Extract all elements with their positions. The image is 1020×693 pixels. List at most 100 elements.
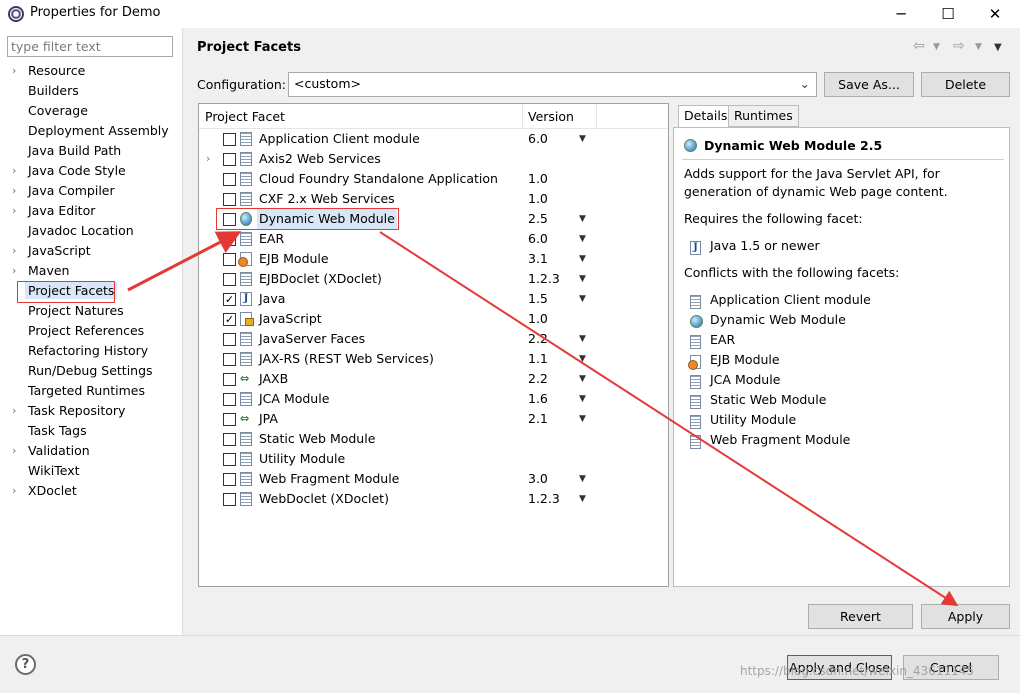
maximize-button[interactable]: ☐ (925, 0, 971, 28)
delete-button[interactable]: Delete (921, 72, 1010, 97)
table-row[interactable]: EJBDoclet (XDoclet) 1.2.3 ▼ (199, 269, 668, 289)
sidebar-item-task-repository[interactable]: › Task Repository (0, 401, 183, 421)
chevron-right-icon[interactable]: › (12, 241, 16, 261)
facet-checkbox[interactable] (223, 473, 236, 486)
facet-checkbox[interactable] (223, 233, 236, 246)
chevron-right-icon[interactable]: › (12, 261, 16, 281)
chevron-right-icon[interactable]: › (206, 149, 210, 169)
facet-checkbox[interactable] (223, 433, 236, 446)
sidebar-item-refactoring-history[interactable]: Refactoring History (0, 341, 183, 361)
sidebar-item-java-code-style[interactable]: › Java Code Style (0, 161, 183, 181)
configuration-select[interactable]: <custom> ⌄ (288, 72, 817, 97)
table-row[interactable]: EAR 6.0 ▼ (199, 229, 668, 249)
sidebar-item-deployment-assembly[interactable]: Deployment Assembly (0, 121, 183, 141)
tab-runtimes[interactable]: Runtimes (728, 105, 799, 127)
chevron-right-icon[interactable]: › (12, 401, 16, 421)
chevron-right-icon[interactable]: › (12, 61, 16, 81)
facet-checkbox[interactable] (223, 413, 236, 426)
table-row[interactable]: ✓ JavaScript 1.0 (199, 309, 668, 329)
table-row[interactable]: Application Client module 6.0 ▼ (199, 129, 668, 149)
sidebar-item-java-compiler[interactable]: › Java Compiler (0, 181, 183, 201)
table-row[interactable]: ⇔ JAXB 2.2 ▼ (199, 369, 668, 389)
facet-version: 2.5 (528, 211, 548, 226)
column-header-facet[interactable]: Project Facet (205, 109, 285, 124)
sidebar-item-coverage[interactable]: Coverage (0, 101, 183, 121)
sidebar-item-wikitext[interactable]: WikiText (0, 461, 183, 481)
sidebar-item-resource[interactable]: › Resource (0, 61, 183, 81)
table-row[interactable]: Web Fragment Module 3.0 ▼ (199, 469, 668, 489)
view-menu-icon[interactable]: ▼ (994, 42, 1002, 53)
sidebar-item-java-editor[interactable]: › Java Editor (0, 201, 183, 221)
filter-input[interactable] (7, 36, 173, 57)
version-dropdown-icon[interactable]: ▼ (579, 129, 586, 149)
version-dropdown-icon[interactable]: ▼ (579, 329, 586, 349)
close-button[interactable]: ✕ (972, 0, 1018, 28)
facet-checkbox[interactable]: ✓ (223, 313, 236, 326)
version-dropdown-icon[interactable]: ▼ (579, 389, 586, 409)
forward-arrow-icon[interactable]: ⇨ (953, 38, 965, 54)
version-dropdown-icon[interactable]: ▼ (579, 289, 586, 309)
sidebar-item-project-natures[interactable]: Project Natures (0, 301, 183, 321)
table-row[interactable]: JavaServer Faces 2.2 ▼ (199, 329, 668, 349)
table-row[interactable]: WebDoclet (XDoclet) 1.2.3 ▼ (199, 489, 668, 509)
version-dropdown-icon[interactable]: ▼ (579, 409, 586, 429)
version-dropdown-icon[interactable]: ▼ (579, 369, 586, 389)
sidebar-item-builders[interactable]: Builders (0, 81, 183, 101)
version-dropdown-icon[interactable]: ▼ (579, 209, 586, 229)
facet-checkbox[interactable] (223, 273, 236, 286)
facet-checkbox[interactable] (223, 493, 236, 506)
table-row[interactable]: ✓ J Java 1.5 ▼ (199, 289, 668, 309)
facet-checkbox[interactable] (223, 133, 236, 146)
facet-checkbox[interactable] (223, 153, 236, 166)
column-header-version[interactable]: Version (528, 109, 574, 124)
facet-checkbox[interactable] (223, 393, 236, 406)
sidebar-item-javascript[interactable]: › JavaScript (0, 241, 183, 261)
table-row[interactable]: › Axis2 Web Services (199, 149, 668, 169)
facet-checkbox[interactable] (223, 333, 236, 346)
version-dropdown-icon[interactable]: ▼ (579, 489, 586, 509)
version-dropdown-icon[interactable]: ▼ (579, 229, 586, 249)
forward-dropdown-icon[interactable]: ▼ (975, 42, 982, 52)
back-dropdown-icon[interactable]: ▼ (933, 42, 940, 52)
minimize-button[interactable]: ─ (878, 0, 924, 28)
revert-button[interactable]: Revert (808, 604, 913, 629)
version-dropdown-icon[interactable]: ▼ (579, 249, 586, 269)
chevron-right-icon[interactable]: › (12, 481, 16, 501)
table-row[interactable]: Cloud Foundry Standalone Application 1.0 (199, 169, 668, 189)
facet-checkbox[interactable] (223, 453, 236, 466)
sidebar-item-maven[interactable]: › Maven (0, 261, 183, 281)
facet-checkbox[interactable] (223, 353, 236, 366)
sidebar-item-xdoclet[interactable]: › XDoclet (0, 481, 183, 501)
facet-checkbox[interactable] (223, 253, 236, 266)
table-row[interactable]: ⇔ JPA 2.1 ▼ (199, 409, 668, 429)
chevron-right-icon[interactable]: › (12, 441, 16, 461)
sidebar-item-validation[interactable]: › Validation (0, 441, 183, 461)
table-row[interactable]: Utility Module (199, 449, 668, 469)
sidebar-item-targeted-runtimes[interactable]: Targeted Runtimes (0, 381, 183, 401)
chevron-right-icon[interactable]: › (12, 201, 16, 221)
help-icon[interactable]: ? (15, 654, 36, 675)
chevron-right-icon[interactable]: › (12, 181, 16, 201)
table-row[interactable]: JCA Module 1.6 ▼ (199, 389, 668, 409)
back-arrow-icon[interactable]: ⇦ (913, 38, 925, 54)
sidebar-item-run-debug-settings[interactable]: Run/Debug Settings (0, 361, 183, 381)
chevron-right-icon[interactable]: › (12, 161, 16, 181)
sidebar-item-project-references[interactable]: Project References (0, 321, 183, 341)
table-row[interactable]: EJB Module 3.1 ▼ (199, 249, 668, 269)
sidebar-item-task-tags[interactable]: Task Tags (0, 421, 183, 441)
table-row[interactable]: Static Web Module (199, 429, 668, 449)
apply-button[interactable]: Apply (921, 604, 1010, 629)
version-dropdown-icon[interactable]: ▼ (579, 269, 586, 289)
table-row[interactable]: CXF 2.x Web Services 1.0 (199, 189, 668, 209)
facet-checkbox[interactable] (223, 173, 236, 186)
facet-checkbox[interactable]: ✓ (223, 293, 236, 306)
save-as-button[interactable]: Save As... (824, 72, 914, 97)
sidebar-item-javadoc-location[interactable]: Javadoc Location (0, 221, 183, 241)
facet-checkbox[interactable] (223, 193, 236, 206)
sidebar-item-java-build-path[interactable]: Java Build Path (0, 141, 183, 161)
table-row[interactable]: JAX-RS (REST Web Services) 1.1 ▼ (199, 349, 668, 369)
version-dropdown-icon[interactable]: ▼ (579, 349, 586, 369)
tab-details[interactable]: Details (678, 105, 734, 128)
facet-checkbox[interactable] (223, 373, 236, 386)
version-dropdown-icon[interactable]: ▼ (579, 469, 586, 489)
